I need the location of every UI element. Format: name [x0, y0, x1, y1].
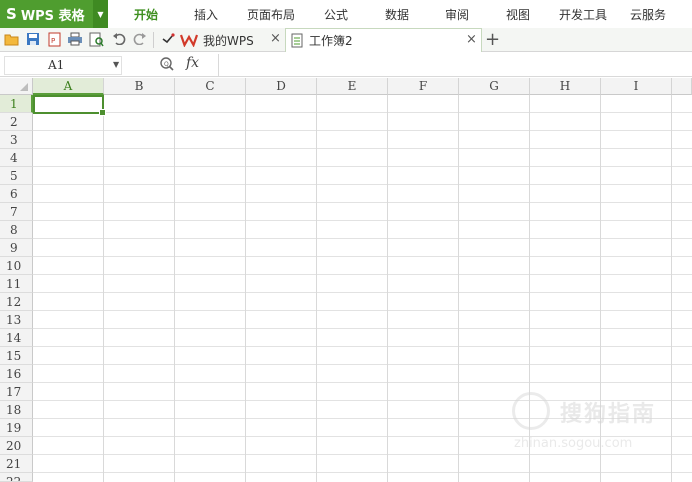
toolbar-separator	[153, 32, 154, 48]
row-header[interactable]: 1	[0, 95, 33, 113]
chevron-down-icon[interactable]: ▼	[113, 60, 119, 69]
sheet-doc-icon	[291, 33, 303, 48]
formula-input[interactable]	[218, 54, 692, 76]
row-header[interactable]: 21	[0, 455, 33, 473]
fx-icon[interactable]: fx	[186, 55, 199, 71]
row-header[interactable]: 22	[0, 473, 33, 482]
column-header[interactable]: A	[33, 78, 104, 95]
redo-icon[interactable]	[131, 30, 149, 48]
row-header[interactable]: 18	[0, 401, 33, 419]
column-header[interactable]: C	[175, 78, 246, 95]
customize-arrow-icon[interactable]	[159, 30, 177, 48]
column-header[interactable]: E	[317, 78, 388, 95]
tab-data[interactable]: 数据	[377, 0, 417, 28]
app-menu-button[interactable]: S WPS 表格	[0, 0, 93, 28]
row-header[interactable]: 5	[0, 167, 33, 185]
doc-tab-workbook2[interactable]: 工作簿2 ×	[285, 28, 482, 52]
doc-tab-my-wps[interactable]: 我的WPS ×	[180, 29, 284, 51]
sogou-logo-icon	[512, 392, 550, 430]
export-pdf-icon[interactable]: P	[45, 30, 63, 48]
tab-insert[interactable]: 插入	[186, 0, 226, 28]
zoom-search-icon[interactable]: Q	[159, 56, 177, 74]
chevron-down-icon[interactable]: ▼	[93, 0, 108, 28]
tab-cloud[interactable]: 云服务	[624, 0, 672, 28]
tab-home[interactable]: 开始	[124, 0, 168, 28]
column-header[interactable]: G	[459, 78, 530, 95]
row-header[interactable]: 13	[0, 311, 33, 329]
column-header-partial[interactable]	[672, 78, 692, 95]
row-header[interactable]: 10	[0, 257, 33, 275]
row-header[interactable]: 17	[0, 383, 33, 401]
svg-text:P: P	[51, 37, 55, 45]
row-header[interactable]: 4	[0, 149, 33, 167]
doc-tab-label: 我的WPS	[203, 33, 254, 48]
svg-text:Q: Q	[164, 61, 169, 68]
active-cell-a1[interactable]	[33, 95, 106, 116]
watermark-url: zhinan.sogou.com	[514, 436, 633, 451]
watermark: 搜狗指南 zhinan.sogou.com	[512, 392, 672, 456]
row-header[interactable]: 6	[0, 185, 33, 203]
tab-review[interactable]: 审阅	[437, 0, 477, 28]
doc-tab-label: 工作簿2	[309, 34, 353, 48]
row-header[interactable]: 11	[0, 275, 33, 293]
column-header[interactable]: H	[530, 78, 601, 95]
app-title: WPS 表格	[20, 8, 85, 24]
row-header[interactable]: 16	[0, 365, 33, 383]
row-header[interactable]: 2	[0, 113, 33, 131]
row-header[interactable]: 7	[0, 203, 33, 221]
wps-logo-icon: S	[6, 5, 17, 23]
print-icon[interactable]	[66, 30, 84, 48]
tab-formulas[interactable]: 公式	[316, 0, 356, 28]
column-header[interactable]: I	[601, 78, 672, 95]
tab-page-layout[interactable]: 页面布局	[242, 0, 300, 28]
undo-icon[interactable]	[110, 30, 128, 48]
watermark-text: 搜狗指南	[560, 402, 657, 427]
row-header[interactable]: 14	[0, 329, 33, 347]
close-icon[interactable]: ×	[466, 32, 477, 47]
column-header[interactable]: B	[104, 78, 175, 95]
fill-handle[interactable]	[99, 109, 106, 116]
row-header[interactable]: 19	[0, 419, 33, 437]
open-folder-icon[interactable]	[3, 30, 21, 48]
new-tab-plus-icon[interactable]: +	[485, 28, 500, 52]
row-header[interactable]: 3	[0, 131, 33, 149]
row-header[interactable]: 20	[0, 437, 33, 455]
close-icon[interactable]: ×	[270, 31, 281, 46]
tab-developer[interactable]: 开发工具	[554, 0, 612, 28]
select-all-corner[interactable]	[0, 78, 33, 95]
save-icon[interactable]	[24, 30, 42, 48]
row-header[interactable]: 12	[0, 293, 33, 311]
name-box[interactable]: A1	[4, 56, 122, 75]
column-header[interactable]: F	[388, 78, 459, 95]
tab-view[interactable]: 视图	[498, 0, 538, 28]
print-preview-icon[interactable]	[87, 30, 105, 48]
row-header[interactable]: 9	[0, 239, 33, 257]
row-header[interactable]: 8	[0, 221, 33, 239]
wps-w-icon	[180, 34, 198, 47]
row-header[interactable]: 15	[0, 347, 33, 365]
column-header[interactable]: D	[246, 78, 317, 95]
